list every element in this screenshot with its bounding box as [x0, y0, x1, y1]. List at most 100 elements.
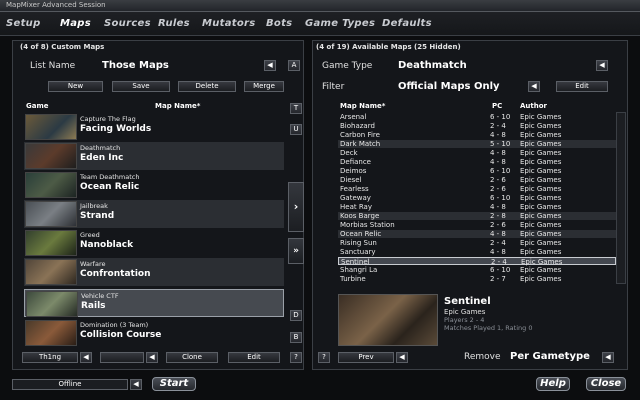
move-bottom-button[interactable]: B — [290, 332, 302, 343]
clone-button[interactable]: Clone — [166, 352, 218, 363]
custom-map-row[interactable]: Domination (3 Team) Collision Course — [24, 319, 284, 347]
map-author: Epic Games — [520, 212, 562, 220]
custom-maps-header: (4 of 8) Custom Maps — [20, 43, 105, 51]
list-name-label: List Name — [30, 61, 76, 71]
tab-game-types[interactable]: Game Types — [305, 18, 375, 29]
available-map-row[interactable]: Carbon Fire 4 - 8 Epic Games — [338, 131, 616, 139]
available-map-row[interactable]: Morbias Station 2 - 6 Epic Games — [338, 221, 616, 229]
available-map-row[interactable]: Diesel 2 - 6 Epic Games — [338, 176, 616, 184]
available-map-row[interactable]: Biohazard 2 - 4 Epic Games — [338, 122, 616, 130]
available-map-row[interactable]: Ocean Relic 4 - 8 Epic Games — [338, 230, 616, 239]
a-button[interactable]: A — [288, 60, 300, 71]
tab-sources[interactable]: Sources — [104, 18, 151, 29]
prev-button[interactable]: Prev — [338, 352, 394, 363]
custom-map-row[interactable]: Team Deathmatch Ocean Relic — [24, 171, 284, 199]
map-name: Rising Sun — [340, 239, 377, 247]
custom-map-row[interactable]: Capture The Flag Facing Worlds — [24, 113, 284, 141]
save-button[interactable]: Save — [112, 81, 170, 92]
available-map-row[interactable]: Sanctuary 4 - 8 Epic Games — [338, 248, 616, 256]
map-name: Sanctuary — [340, 248, 376, 256]
map-thumbnail — [25, 230, 77, 256]
available-map-row[interactable]: Heat Ray 4 - 8 Epic Games — [338, 203, 616, 211]
tab-mutators[interactable]: Mutators — [202, 18, 256, 29]
column-author[interactable]: Author — [520, 102, 547, 110]
game-type-value[interactable]: Deathmatch — [398, 60, 467, 71]
list-name-dropdown-arrow[interactable]: ◀ — [264, 60, 276, 71]
map-player-count: 6 - 10 — [490, 113, 511, 121]
add-all-button[interactable]: » — [288, 238, 304, 264]
available-map-row[interactable]: Rising Sun 2 - 4 Epic Games — [338, 239, 616, 247]
filter-value[interactable]: Official Maps Only — [398, 81, 500, 92]
map-game-type: Jailbreak — [80, 202, 108, 210]
help-left-button[interactable]: ? — [290, 352, 302, 363]
list-name-value[interactable]: Those Maps — [102, 60, 169, 71]
map-game-type: Vehicle CTF — [81, 292, 119, 300]
available-map-row[interactable]: Deimos 6 - 10 Epic Games — [338, 167, 616, 175]
map-thumbnail — [25, 259, 77, 285]
thing-dropdown-arrow[interactable]: ◀ — [80, 352, 92, 363]
available-map-row[interactable]: Defiance 4 - 8 Epic Games — [338, 158, 616, 166]
edit-button[interactable]: Edit — [228, 352, 280, 363]
map-player-count: 2 - 4 — [490, 239, 506, 247]
map-author: Epic Games — [520, 167, 562, 175]
map-author: Epic Games — [520, 185, 562, 193]
map-thumbnail — [26, 291, 78, 317]
available-scrollbar[interactable] — [616, 112, 626, 284]
blank-field[interactable] — [100, 352, 144, 363]
map-name: Defiance — [340, 158, 371, 166]
remove-dropdown-arrow[interactable]: ◀ — [602, 352, 614, 363]
move-up-button[interactable]: U — [290, 124, 302, 135]
available-map-row[interactable]: Deck 4 - 8 Epic Games — [338, 149, 616, 157]
status-dropdown-arrow[interactable]: ◀ — [130, 379, 142, 390]
map-game-type: Capture The Flag — [80, 115, 136, 123]
new-button[interactable]: New — [48, 81, 103, 92]
column-game[interactable]: Game — [26, 102, 49, 110]
tab-setup[interactable]: Setup — [6, 18, 41, 29]
help-right-button[interactable]: ? — [318, 352, 330, 363]
map-name: Confrontation — [80, 269, 151, 279]
custom-map-row[interactable]: Warfare Confrontation — [24, 258, 284, 286]
tab-defaults[interactable]: Defaults — [382, 18, 432, 29]
map-name: Morbias Station — [340, 221, 395, 229]
tab-bots[interactable]: Bots — [266, 18, 292, 29]
start-button[interactable]: Start — [152, 377, 196, 391]
filter-edit-button[interactable]: Edit — [556, 81, 608, 92]
map-name: Turbine — [340, 275, 366, 283]
custom-map-row[interactable]: Greed Nanoblack — [24, 229, 284, 257]
map-author: Epic Games — [520, 113, 562, 121]
map-name: Facing Worlds — [80, 124, 152, 134]
move-down-button[interactable]: D — [290, 310, 302, 321]
available-maps-header: (4 of 19) Available Maps (25 Hidden) — [316, 43, 461, 51]
map-player-count: 4 - 8 — [490, 203, 506, 211]
tab-rules[interactable]: Rules — [158, 18, 190, 29]
tab-maps[interactable]: Maps — [60, 18, 91, 29]
add-map-button[interactable]: › — [288, 182, 304, 232]
prev-dropdown-arrow[interactable]: ◀ — [396, 352, 408, 363]
custom-map-row-selected[interactable]: Vehicle CTF Rails — [24, 289, 284, 317]
remove-value[interactable]: Per Gametype — [510, 351, 590, 362]
available-map-row[interactable]: Shangri La 6 - 10 Epic Games — [338, 266, 616, 274]
column-pc[interactable]: PC — [492, 102, 502, 110]
column-map-name[interactable]: Map Name* — [155, 102, 200, 110]
filter-dropdown-arrow[interactable]: ◀ — [528, 81, 540, 92]
available-map-row[interactable]: Arsenal 6 - 10 Epic Games — [338, 113, 616, 121]
thing-button[interactable]: Th1ng — [22, 352, 78, 363]
merge-button[interactable]: Merge — [244, 81, 284, 92]
available-map-row[interactable]: Koos Barge 2 - 8 Epic Games — [338, 212, 616, 221]
help-button[interactable]: Help — [536, 377, 570, 391]
available-map-row[interactable]: Turbine 2 - 7 Epic Games — [338, 275, 616, 283]
close-button[interactable]: Close — [586, 377, 626, 391]
available-map-row[interactable]: Dark Match 5 - 10 Epic Games — [338, 140, 616, 149]
status-field[interactable]: Offline — [12, 379, 128, 390]
move-top-button[interactable]: T — [290, 103, 302, 114]
custom-map-row[interactable]: Jailbreak Strand — [24, 200, 284, 228]
game-type-dropdown-arrow[interactable]: ◀ — [596, 60, 608, 71]
blank-dropdown-arrow[interactable]: ◀ — [146, 352, 158, 363]
column-map-name[interactable]: Map Name* — [340, 102, 385, 110]
delete-button[interactable]: Delete — [178, 81, 236, 92]
available-map-row[interactable]: Gateway 6 - 10 Epic Games — [338, 194, 616, 202]
custom-map-row[interactable]: Deathmatch Eden Inc — [24, 142, 284, 170]
map-name: Carbon Fire — [340, 131, 380, 139]
available-map-row[interactable]: Fearless 2 - 6 Epic Games — [338, 185, 616, 193]
available-map-row[interactable]: Sentinel 2 - 4 Epic Games — [338, 257, 616, 266]
